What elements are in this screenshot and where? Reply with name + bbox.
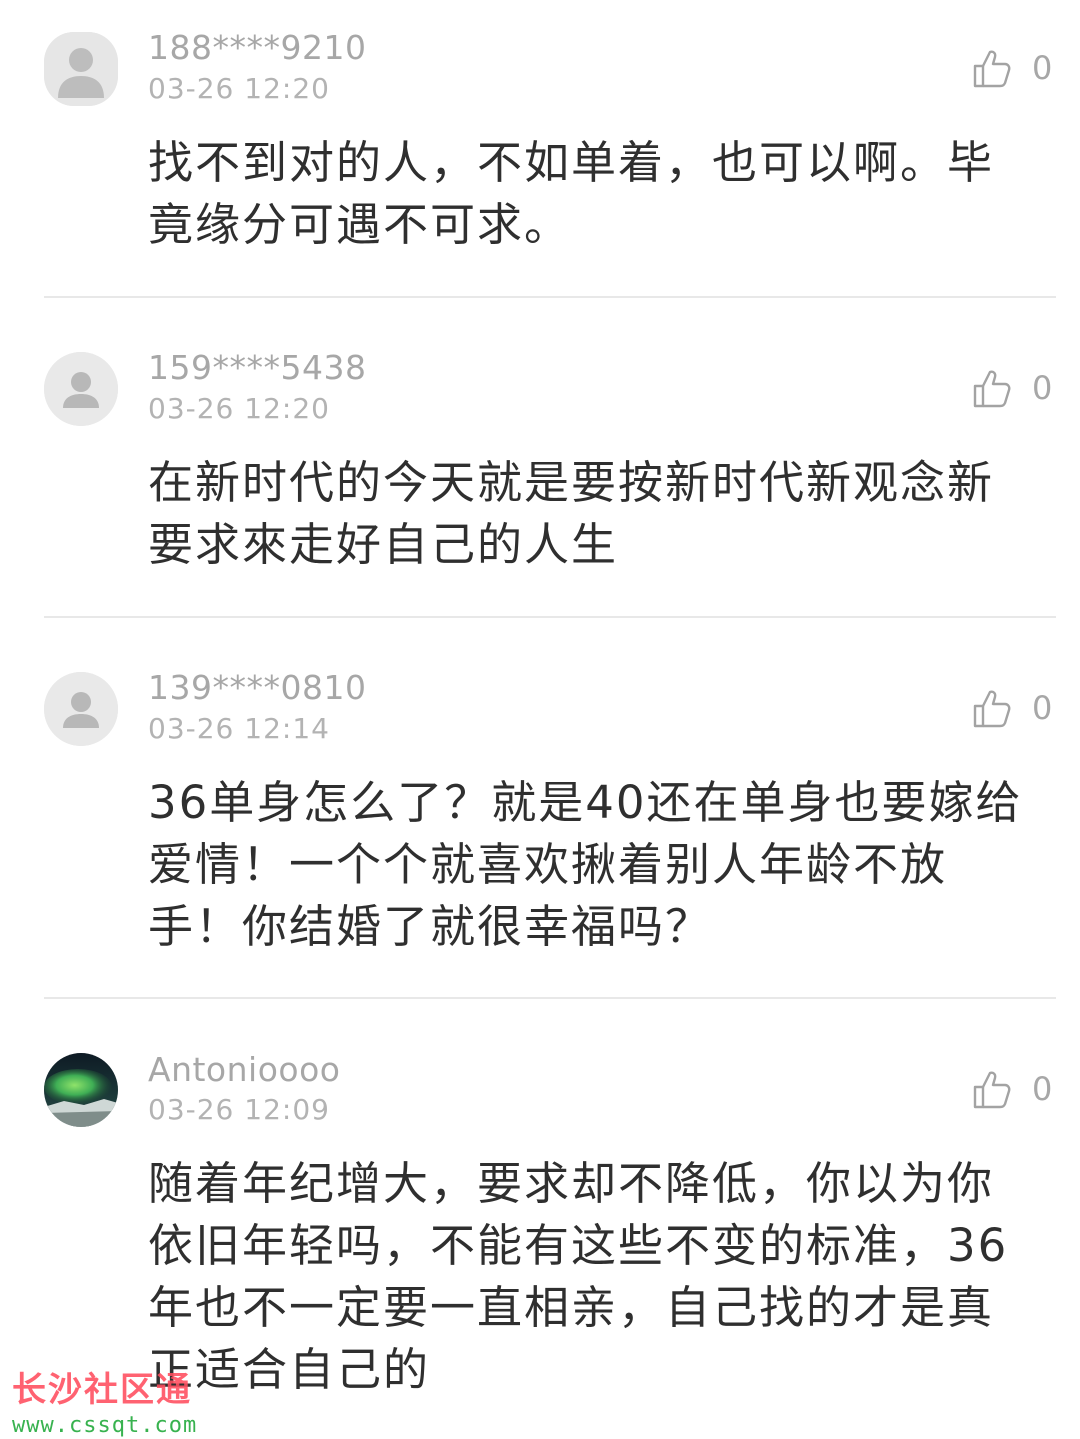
comment-username[interactable]: 159****5438 bbox=[148, 348, 366, 387]
user-avatar[interactable] bbox=[44, 1053, 118, 1127]
comment-timestamp: 03-26 12:09 bbox=[148, 1093, 330, 1126]
thumbs-up-icon[interactable] bbox=[970, 366, 1014, 410]
comment-text: 36单身怎么了？就是40还在单身也要嫁给爱情！一个个就喜欢揪着别人年龄不放手！你… bbox=[148, 776, 1023, 953]
like-count: 0 bbox=[1032, 1070, 1053, 1108]
watermark-url: www.cssqt.com bbox=[12, 1413, 198, 1438]
user-avatar[interactable] bbox=[44, 352, 118, 426]
comment-username[interactable]: 139****0810 bbox=[148, 668, 366, 707]
default-user-icon bbox=[44, 672, 118, 746]
user-avatar[interactable] bbox=[44, 32, 118, 106]
comment-text: 随着年纪增大，要求却不降低，你以为你依旧年轻吗，不能有这些不变的标准，36年也不… bbox=[148, 1157, 1009, 1396]
default-user-icon bbox=[44, 352, 118, 426]
comment-username[interactable]: 188****9210 bbox=[148, 28, 366, 67]
divider bbox=[44, 616, 1056, 618]
aurora-photo-icon bbox=[44, 1053, 118, 1127]
thumbs-up-icon[interactable] bbox=[970, 46, 1014, 90]
comment-timestamp: 03-26 12:20 bbox=[148, 392, 330, 425]
default-user-icon bbox=[44, 32, 118, 106]
comment-username[interactable]: Antonioooo bbox=[148, 1050, 340, 1089]
like-count: 0 bbox=[1032, 369, 1053, 407]
watermark-title: 长沙社区通 bbox=[12, 1370, 192, 1410]
comment-timestamp: 03-26 12:14 bbox=[148, 712, 330, 745]
like-count: 0 bbox=[1032, 49, 1053, 87]
site-watermark: 长沙社区通 www.cssqt.com bbox=[12, 1362, 197, 1438]
like-button[interactable]: 0 bbox=[970, 46, 1052, 90]
comment-timestamp: 03-26 12:20 bbox=[148, 72, 330, 105]
comment-text: 找不到对的人，不如单着，也可以啊。毕竟缘分可遇不可求。 bbox=[148, 136, 995, 251]
comment-text: 在新时代的今天就是要按新时代新观念新要求來走好自己的人生 bbox=[148, 456, 995, 571]
like-button[interactable]: 0 bbox=[970, 686, 1052, 730]
divider bbox=[44, 997, 1056, 999]
like-button[interactable]: 0 bbox=[970, 1067, 1052, 1111]
user-avatar[interactable] bbox=[44, 672, 118, 746]
divider bbox=[44, 296, 1056, 298]
thumbs-up-icon[interactable] bbox=[970, 686, 1014, 730]
thumbs-up-icon[interactable] bbox=[970, 1067, 1014, 1111]
like-count: 0 bbox=[1032, 689, 1053, 727]
like-button[interactable]: 0 bbox=[970, 366, 1052, 410]
